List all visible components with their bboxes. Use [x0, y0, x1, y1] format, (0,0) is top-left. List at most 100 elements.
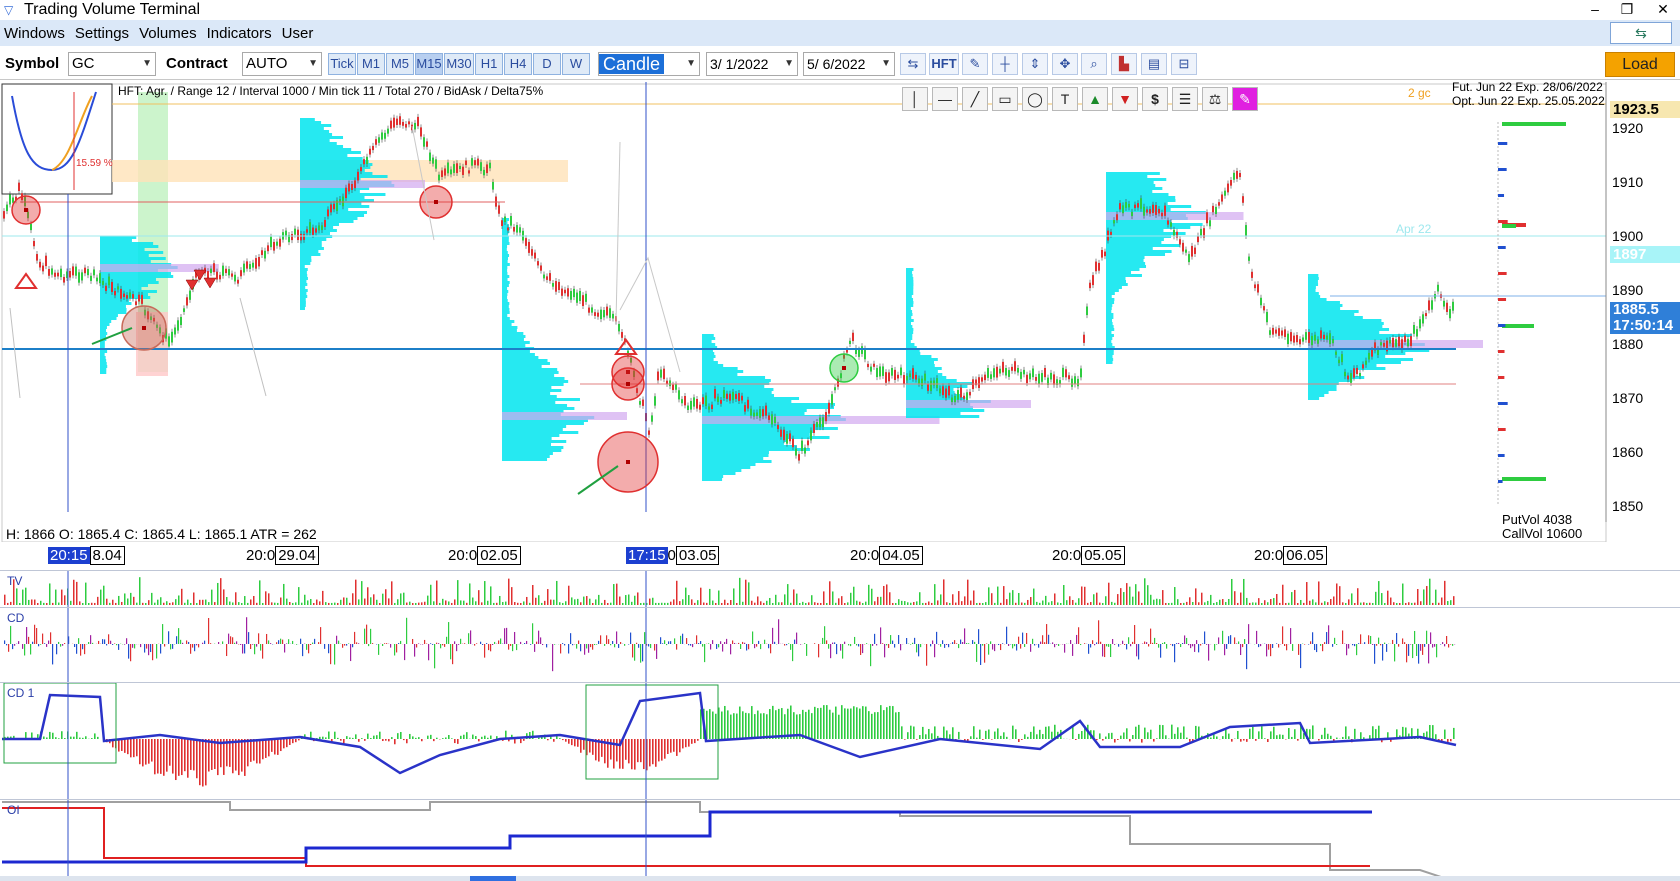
- menu-bar: Windows Settings Volumes Indicators User: [0, 20, 1680, 46]
- month-label: Apr 22: [1396, 222, 1432, 236]
- cd1-panel[interactable]: [0, 683, 1680, 799]
- ohlc-readout: H: 1866 O: 1865.4 C: 1865.4 L: 1865.1 AT…: [6, 526, 317, 542]
- tf-m15-button[interactable]: M15: [415, 53, 443, 75]
- time-label: 20:0 04.05: [850, 546, 923, 566]
- tf-tick-button[interactable]: Tick: [328, 53, 356, 75]
- price-axis-label: 1920: [1612, 120, 1644, 136]
- symbol-value: GC: [72, 55, 95, 72]
- inset-percent: 15.59 %: [76, 158, 113, 169]
- tf-m5-button[interactable]: M5: [386, 53, 414, 75]
- menu-volumes[interactable]: Volumes: [134, 25, 202, 42]
- date-to-picker[interactable]: 5/ 6/2022 ▼: [803, 52, 895, 76]
- chevron-down-icon: ▼: [686, 58, 696, 69]
- menu-windows[interactable]: Windows: [0, 25, 70, 42]
- chart-type-select[interactable]: Candle ▼: [598, 52, 700, 76]
- price-axis-label: 1910: [1612, 174, 1644, 190]
- ellipse-tool-icon[interactable]: ◯: [1022, 87, 1048, 111]
- price-chart[interactable]: HFT: Agr. / Range 12 / Interval 1000 / M…: [0, 80, 1680, 542]
- price-chart-canvas[interactable]: [0, 82, 1680, 542]
- tf-m1-button[interactable]: M1: [357, 53, 385, 75]
- buy-arrow-tool-icon[interactable]: ▲: [1082, 87, 1108, 111]
- time-label: 20:0 06.05: [1254, 546, 1327, 566]
- volatility-smile-inset: [1, 83, 113, 195]
- time-label: 20:0 02.05: [448, 546, 521, 566]
- tf-w-button[interactable]: W: [562, 53, 590, 75]
- rectangle-tool-icon[interactable]: ▭: [992, 87, 1018, 111]
- time-label: 17:15 0 03.05: [626, 546, 720, 566]
- vertical-line-tool-icon[interactable]: │: [902, 87, 928, 111]
- tf-h1-button[interactable]: H1: [475, 53, 503, 75]
- time-label: 20:15 8.04: [48, 546, 125, 566]
- options-expiry: Opt. Jun 22 Exp. 25.05.2022: [1452, 94, 1605, 108]
- range-icon[interactable]: ⊟: [1171, 53, 1197, 75]
- tf-m30-button[interactable]: M30: [444, 53, 474, 75]
- contract-label: Contract: [166, 55, 228, 72]
- price-axis-label: 1890: [1612, 282, 1644, 298]
- load-button[interactable]: Load: [1605, 52, 1675, 77]
- move-icon[interactable]: ✥: [1052, 53, 1078, 75]
- tv-panel-label: TV: [7, 574, 23, 588]
- price-tool-icon[interactable]: $: [1142, 87, 1168, 111]
- fib-tool-icon[interactable]: ☰: [1172, 87, 1198, 111]
- price-axis-label: 1850: [1612, 498, 1644, 514]
- symbol-select[interactable]: GC ▼: [68, 52, 156, 76]
- option-levels: [1497, 122, 1566, 506]
- tf-h4-button[interactable]: H4: [504, 53, 532, 75]
- app-logo-icon: ▽: [4, 3, 14, 17]
- symbol-label: Symbol: [5, 55, 60, 72]
- zoom-icon[interactable]: ⌕: [1081, 53, 1107, 75]
- chevron-down-icon: ▼: [142, 58, 152, 69]
- chevron-down-icon: ▼: [308, 58, 318, 69]
- chevron-down-icon: ▼: [784, 58, 794, 69]
- time-label: 20:0 05.05: [1052, 546, 1125, 566]
- menu-user[interactable]: User: [277, 25, 319, 42]
- price-axis-label: 1870: [1612, 390, 1644, 406]
- price-axis-label: 1880: [1612, 336, 1644, 352]
- crosshair-icon[interactable]: ┼: [992, 53, 1018, 75]
- call-volume: CallVol 10600: [1502, 526, 1583, 541]
- title-bar: ▽ Trading Volume Terminal – ❐ ✕: [0, 0, 1680, 20]
- highlighter-tool-icon[interactable]: ✎: [1232, 87, 1258, 111]
- horizontal-line-tool-icon[interactable]: —: [932, 87, 958, 111]
- scrollbar-thumb[interactable]: [470, 876, 516, 881]
- put-volume: PutVol 4038: [1502, 512, 1573, 527]
- hft-button[interactable]: HFT: [929, 53, 959, 75]
- minimize-button[interactable]: –: [1582, 0, 1608, 20]
- menu-indicators[interactable]: Indicators: [202, 25, 277, 42]
- futures-expiry: Fut. Jun 22 Exp. 28/06/2022: [1452, 80, 1603, 94]
- arrows-icon[interactable]: ⇆: [900, 53, 926, 75]
- tv-panel[interactable]: [0, 571, 1680, 607]
- contract-select[interactable]: AUTO ▼: [242, 52, 322, 76]
- vertical-fit-icon[interactable]: ⇕: [1022, 53, 1048, 75]
- ruler-tool-icon[interactable]: ⚖: [1202, 87, 1228, 111]
- pencil-icon[interactable]: ✎: [962, 53, 988, 75]
- chart-type-value: Candle: [599, 54, 665, 74]
- profile-icon[interactable]: ▤: [1141, 53, 1167, 75]
- sell-arrow-tool-icon[interactable]: ▼: [1112, 87, 1138, 111]
- trend-line-tool-icon[interactable]: ╱: [962, 87, 988, 111]
- price-tag-time: 17:50:14: [1610, 318, 1680, 334]
- menu-settings[interactable]: Settings: [70, 25, 134, 42]
- cd1-panel-label: CD 1: [7, 686, 35, 700]
- chart-info-text: HFT: Agr. / Range 12 / Interval 1000 / M…: [118, 84, 544, 98]
- price-axis-label: 1860: [1612, 444, 1644, 460]
- tf-d-button[interactable]: D: [533, 53, 561, 75]
- window-title: Trading Volume Terminal: [24, 1, 201, 18]
- toolbar: Symbol GC ▼ Contract AUTO ▼ Tick M1 M5 M15…: [0, 48, 1680, 80]
- price-tag-level: 1897: [1610, 246, 1680, 263]
- close-button[interactable]: ✕: [1650, 0, 1676, 20]
- date-from-picker[interactable]: 3/ 1/2022 ▼: [706, 52, 798, 76]
- levels-icon[interactable]: ▙: [1111, 53, 1137, 75]
- contract-value: AUTO: [246, 55, 288, 72]
- price-tag-top: 1923.5: [1610, 101, 1680, 118]
- oi-panel[interactable]: [0, 800, 1680, 876]
- restore-window-button[interactable]: ❐: [1614, 0, 1640, 20]
- text-tool-icon[interactable]: T: [1052, 87, 1078, 111]
- volume-profiles: [100, 118, 1483, 481]
- contract-count-label: 2 gc: [1408, 86, 1431, 100]
- horizontal-scrollbar[interactable]: [0, 876, 1680, 881]
- oi-panel-label: OI: [7, 803, 20, 817]
- layout-toggle-button[interactable]: ⇆: [1610, 22, 1672, 44]
- app-window: ▽ Trading Volume Terminal – ❐ ✕ Windows …: [0, 0, 1680, 881]
- cd-panel[interactable]: [0, 608, 1680, 682]
